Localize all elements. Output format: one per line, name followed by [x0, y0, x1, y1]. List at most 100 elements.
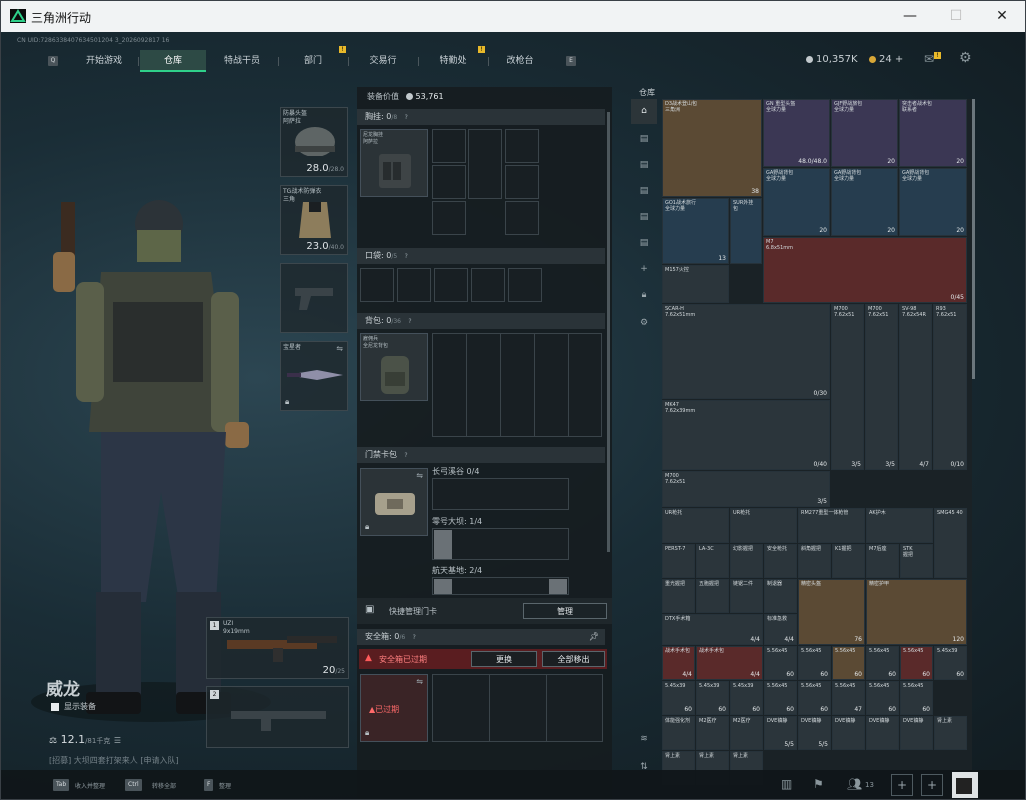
stash-item[interactable]: 5.56x45 60	[866, 681, 899, 715]
armor-slot[interactable]: TG战术防弹衣 三角 23.0/40.0	[280, 185, 348, 255]
stash-tab-3[interactable]: ▤	[631, 153, 657, 178]
invite-slot-2[interactable]: +	[921, 774, 943, 796]
stash-item[interactable]: STK 握把	[900, 544, 933, 578]
scrollbar[interactable]	[972, 99, 975, 379]
stash-item[interactable]: DTX手术箱 4/4	[662, 614, 763, 645]
safebox-grid[interactable]	[432, 674, 603, 742]
layers-icon[interactable]: ≋	[631, 727, 657, 752]
stash-item[interactable]: GA野战背包 全球力量 20	[831, 168, 898, 236]
f-key-label[interactable]: 整理	[219, 781, 231, 790]
stash-item[interactable]: R93 7.62x51 0/10	[933, 304, 967, 470]
stash-item[interactable]: 5.45x39 60	[934, 646, 967, 680]
keycard-row[interactable]	[432, 528, 569, 560]
lock-icon[interactable]: 🔒︎	[631, 283, 657, 308]
stash-item[interactable]: UR枪托	[662, 508, 729, 543]
tab-warehouse[interactable]: 仓库	[140, 50, 206, 72]
stash-item[interactable]: DVE镇静	[866, 716, 899, 750]
pocket-cell[interactable]	[397, 268, 431, 302]
stash-item[interactable]: 链锯二件	[730, 579, 763, 613]
stash-item[interactable]: M2医疗	[730, 716, 763, 750]
stash-item[interactable]: 制退器	[764, 579, 797, 613]
stash-item[interactable]: GA野战背包 全球力量 20	[763, 168, 830, 236]
minimize-button[interactable]: —	[887, 1, 933, 32]
stash-item[interactable]: 5.56x45 60	[764, 681, 797, 715]
stash-item[interactable]: SUR外挂 包	[730, 198, 762, 264]
keycard-row[interactable]	[432, 478, 569, 510]
stash-item[interactable]: 5.56x45 60	[764, 646, 797, 680]
stash-item[interactable]: 标准急救 4/4	[764, 614, 797, 645]
tab-special-ops[interactable]: 特勤处	[420, 50, 486, 72]
stash-item[interactable]: DVE镇静 5/5	[764, 716, 797, 750]
chest-cell[interactable]	[468, 129, 502, 199]
nav-prev-key[interactable]: Q	[48, 56, 58, 66]
invite-slot-1[interactable]: +	[891, 774, 913, 796]
stash-item[interactable]: PERST-7	[662, 544, 695, 578]
stash-item[interactable]: 五胞握把	[696, 579, 729, 613]
pocket-cell[interactable]	[434, 268, 468, 302]
stash-item[interactable]: DVE镇静 5/5	[798, 716, 831, 750]
chest-cell[interactable]	[505, 201, 539, 235]
manage-keycard-button[interactable]: 管理	[523, 603, 607, 619]
backpack-item[interactable]: 雇佣兵 全尼龙背包	[360, 333, 428, 401]
melee-slot[interactable]: 宝星者 ⇋ 🔒︎	[280, 341, 348, 411]
stash-item[interactable]: 斜角握把	[798, 544, 831, 578]
stats-icon[interactable]: ▥	[781, 777, 792, 791]
stash-item[interactable]: 战术手术包 4/4	[662, 646, 695, 680]
flag-icon[interactable]: ⚑	[813, 777, 824, 791]
chest-cell[interactable]	[432, 129, 466, 163]
stash-item[interactable]: 精密头盔 76	[798, 579, 865, 645]
tab-gunsmith[interactable]: 改枪台	[490, 50, 550, 72]
stash-item[interactable]: SCAR-H 7.62x51mm 0/30	[662, 304, 830, 399]
stash-item[interactable]: MK47 7.62x39mm 0/40	[662, 400, 830, 470]
stash-item[interactable]: D3战术登山包 三角洲 38	[662, 99, 762, 197]
secondary-weapon-slot[interactable]: 2	[206, 686, 349, 748]
tab-start-game[interactable]: 开始游戏	[74, 50, 134, 72]
stash-item[interactable]: M157火控	[662, 265, 729, 303]
recruit-message[interactable]: [招募] 大坝四套打架来人 [申请入队]	[49, 755, 179, 766]
safebox-item[interactable]: ▲已过期 ⇋ 🔒︎	[360, 674, 428, 742]
ctrl-key-label[interactable]: 转移全部	[152, 781, 176, 790]
add-stash-icon[interactable]: +	[631, 257, 657, 282]
stash-item[interactable]: 5.56x45 60	[900, 681, 933, 715]
backpack-grid[interactable]	[432, 333, 602, 437]
stash-tab-4[interactable]: ▤	[631, 179, 657, 204]
helmet-slot[interactable]: 防暴头盔 阿萨拉 28.0/28.0	[280, 107, 348, 177]
stash-item[interactable]: SV-98 7.62x54R 4/7	[899, 304, 932, 470]
stash-item[interactable]: AK护木	[866, 508, 933, 543]
checkbox[interactable]	[51, 702, 59, 711]
stash-item[interactable]: 肾上素	[934, 716, 967, 750]
mail-icon[interactable]: ✉	[924, 52, 934, 66]
pistol-slot[interactable]	[280, 263, 348, 333]
stash-item[interactable]: 5.45x39 60	[696, 681, 729, 715]
maximize-button[interactable]: ☐	[933, 1, 979, 32]
stash-tab-5[interactable]: ▤	[631, 205, 657, 230]
primary-weapon-slot[interactable]: 1 UZI 9x19mm 20/25	[206, 617, 349, 679]
swap-icon[interactable]: ⇋	[336, 344, 343, 353]
player-avatar[interactable]	[952, 772, 978, 798]
stash-item[interactable]: 5.45x39 60	[730, 681, 763, 715]
nav-next-key[interactable]: E	[566, 56, 576, 66]
stash-item[interactable]: DVE镇静	[832, 716, 865, 750]
tab-trade[interactable]: 交易行	[350, 50, 416, 72]
stash-item[interactable]: LA-3C	[696, 544, 729, 578]
stash-item[interactable]: 体能强化剂	[662, 716, 695, 750]
stash-item[interactable]: M700 7.62x51 3/5	[662, 471, 830, 507]
stash-tab-2[interactable]: ▤	[631, 127, 657, 152]
stash-item[interactable]: SMG45 40	[934, 508, 967, 578]
replace-safebox-button[interactable]: 更换	[471, 651, 537, 667]
stash-item[interactable]: 安全枪托	[764, 544, 797, 578]
chest-cell[interactable]	[432, 201, 466, 235]
close-button[interactable]: ✕	[979, 1, 1025, 32]
stash-item[interactable]: 5.56x45 60	[832, 646, 865, 680]
equipment-scrollbar[interactable]	[607, 112, 610, 552]
stash-item[interactable]: 5.56x45 60	[798, 681, 831, 715]
tab-department[interactable]: 部门	[280, 50, 346, 72]
stash-item[interactable]: M7 6.8x51mm 0/45	[763, 237, 967, 303]
stash-item[interactable]: 5.56x45 60	[798, 646, 831, 680]
stash-item[interactable]: 精密护甲 120	[866, 579, 967, 645]
stash-tab-6[interactable]: ▤	[631, 231, 657, 256]
stash-item[interactable]: UR枪托	[730, 508, 797, 543]
pocket-cell[interactable]	[360, 268, 394, 302]
stash-item[interactable]: 5.56x45 47	[832, 681, 865, 715]
stash-item[interactable]: GN 重型头盔 全球力量 48.0/48.0	[763, 99, 830, 167]
